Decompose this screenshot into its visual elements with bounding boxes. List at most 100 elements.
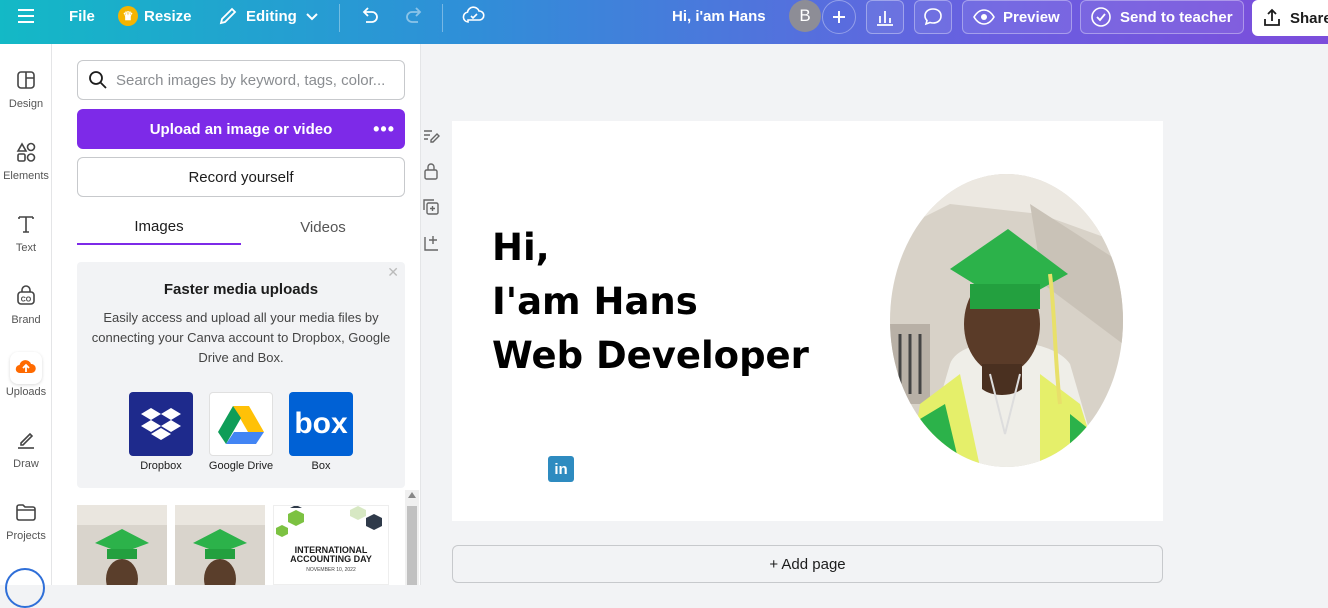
dropbox-label: Dropbox	[140, 460, 182, 472]
lock-icon[interactable]	[422, 162, 440, 180]
upload-label: Upload an image or video	[149, 120, 333, 138]
redo-icon[interactable]	[404, 0, 426, 32]
rail-label: Design	[8, 98, 44, 110]
share-button[interactable]: Share	[1252, 0, 1328, 36]
rail-label: Draw	[13, 458, 39, 470]
box-icon: box	[289, 392, 353, 456]
editing-dropdown[interactable]: Editing	[218, 0, 319, 32]
projects-icon	[16, 504, 36, 521]
upload-thumbnail[interactable]	[175, 505, 265, 585]
rail-label: Brand	[11, 314, 41, 326]
rail-label: Uploads	[5, 386, 47, 398]
divider	[339, 4, 340, 32]
dropbox-icon	[129, 392, 193, 456]
uploads-panel: Upload an image or video ••• Record your…	[52, 44, 421, 585]
bar-chart-icon	[877, 11, 893, 26]
google-drive-label: Google Drive	[208, 460, 274, 472]
upload-thumbnail[interactable]	[77, 505, 167, 585]
promo-text: Easily access and upload all your media …	[91, 310, 391, 365]
elements-icon	[16, 142, 36, 162]
divider	[442, 4, 443, 32]
google-drive-icon	[209, 392, 273, 456]
rail-item-design[interactable]: Design	[0, 56, 52, 118]
comments-button[interactable]	[914, 0, 952, 34]
more-options-icon[interactable]: •••	[373, 119, 395, 140]
chevron-down-icon	[306, 13, 318, 21]
comment-icon	[924, 8, 942, 26]
rail-label: Text	[15, 242, 37, 254]
add-page-icon[interactable]	[422, 234, 440, 252]
add-page-button[interactable]: + Add page	[452, 545, 1163, 583]
rail-item-uploads[interactable]: Uploads	[0, 344, 52, 406]
uploads-icon	[10, 352, 42, 384]
design-icon	[17, 71, 35, 89]
undo-icon[interactable]	[358, 0, 380, 32]
avatar[interactable]: B	[789, 0, 821, 32]
scroll-up-icon[interactable]	[408, 492, 416, 498]
dropbox-button[interactable]: Dropbox	[129, 392, 193, 472]
search-icon	[89, 71, 107, 89]
rail-item-projects[interactable]: Projects	[0, 488, 52, 550]
cloud-saved-icon[interactable]	[462, 0, 486, 32]
headline-line-3: Web Developer	[492, 334, 809, 377]
rail-label: Projects	[6, 530, 46, 542]
preview-label: Preview	[1003, 8, 1060, 26]
share-icon	[1264, 8, 1280, 26]
brand-icon: CO	[17, 285, 35, 305]
upload-thumbnail[interactable]: INTERNATIONAL ACCOUNTING DAY NOVEMBER 10…	[273, 505, 389, 585]
eye-icon	[973, 9, 995, 25]
promo-title: Faster media uploads	[163, 281, 319, 298]
crown-icon: ♛	[118, 6, 138, 26]
box-button[interactable]: box Box	[289, 392, 353, 472]
notes-icon[interactable]	[422, 126, 440, 144]
rail-item-text[interactable]: Text	[0, 200, 52, 262]
linkedin-icon[interactable]: in	[548, 456, 574, 482]
design-page[interactable]: Hi, I'am Hans Web Developer in	[452, 121, 1163, 521]
check-circle-icon	[1091, 7, 1111, 27]
tab-images[interactable]: Images	[77, 209, 241, 245]
panel-scrollbar[interactable]	[405, 490, 419, 585]
svg-text:CO: CO	[21, 297, 32, 304]
headline-text[interactable]: Hi, I'am Hans Web Developer	[492, 221, 809, 383]
record-yourself-button[interactable]: Record yourself	[77, 157, 405, 197]
search-box[interactable]	[77, 60, 405, 100]
apps-icon[interactable]	[5, 568, 45, 608]
plus-icon	[833, 11, 845, 23]
top-toolbar: File ♛ Resize Editing Hi, i'am Hans B Pr…	[0, 0, 1328, 44]
pencil-icon	[219, 7, 237, 25]
menu-icon[interactable]	[16, 0, 36, 32]
preview-button[interactable]: Preview	[962, 0, 1072, 34]
thumbnail-date: NOVEMBER 10, 2022	[306, 567, 356, 573]
rail-label: Elements	[3, 170, 49, 182]
rail-item-draw[interactable]: Draw	[0, 416, 52, 478]
upload-button[interactable]: Upload an image or video •••	[77, 109, 405, 149]
editing-label: Editing	[246, 7, 297, 25]
google-drive-button[interactable]: Google Drive	[209, 392, 273, 472]
add-collaborator-button[interactable]	[822, 0, 856, 34]
tab-videos[interactable]: Videos	[241, 209, 405, 245]
share-label: Share	[1290, 9, 1328, 27]
profile-photo[interactable]	[890, 174, 1123, 467]
thumbnail-title: INTERNATIONAL ACCOUNTING DAY	[290, 545, 372, 564]
resize-button[interactable]: ♛ Resize	[118, 0, 192, 32]
draw-icon	[18, 432, 34, 449]
text-icon	[18, 216, 34, 233]
insights-button[interactable]	[866, 0, 904, 34]
rail-item-brand[interactable]: CO Brand	[0, 272, 52, 334]
box-label: Box	[311, 460, 331, 472]
document-title[interactable]: Hi, i'am Hans	[672, 0, 766, 32]
headline-line-1: Hi,	[492, 226, 550, 269]
file-menu[interactable]: File	[69, 0, 95, 32]
resize-label: Resize	[144, 7, 192, 25]
close-icon[interactable]: ✕	[387, 264, 399, 281]
faster-uploads-card: ✕ Faster media uploads Easily access and…	[77, 262, 405, 488]
media-tabs: Images Videos	[77, 209, 405, 245]
headline-line-2: I'am Hans	[492, 280, 698, 323]
send-to-teacher-label: Send to teacher	[1120, 8, 1233, 26]
scroll-thumb[interactable]	[407, 506, 417, 585]
send-to-teacher-button[interactable]: Send to teacher	[1080, 0, 1244, 34]
rail-item-elements[interactable]: Elements	[0, 128, 52, 190]
search-input[interactable]	[116, 71, 386, 89]
duplicate-page-icon[interactable]	[422, 198, 440, 216]
side-navigation: Design Elements Text CO Brand Uploads Dr…	[0, 44, 52, 608]
